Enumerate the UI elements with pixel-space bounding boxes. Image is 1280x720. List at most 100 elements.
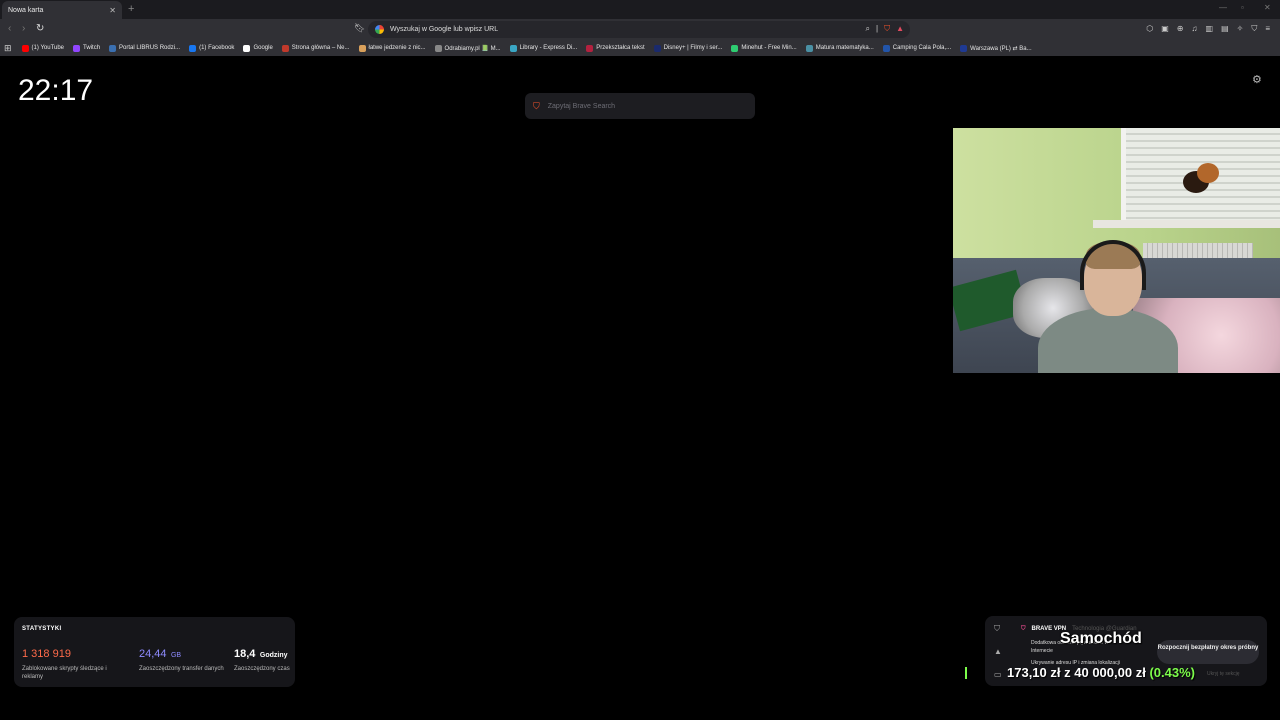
bookmark-item[interactable]: Minehut - Free Min... — [731, 44, 797, 52]
menu-icon[interactable]: ≡ — [1265, 24, 1270, 34]
cards-icon[interactable]: ▭ — [994, 670, 1002, 679]
bookmark-favicon-icon — [21, 44, 29, 52]
close-tab-icon[interactable]: ✕ — [109, 6, 116, 15]
bookmark-item[interactable]: Disney+ | Filmy i ser... — [653, 44, 723, 52]
bookmark-label: (1) YouTube — [31, 45, 65, 51]
goal-sep: z — [1064, 665, 1071, 680]
time-unit: Godziny — [259, 652, 288, 659]
stat-time: 18,4 Godziny Zaoszczędzony czas — [234, 644, 294, 673]
new-tab-button[interactable]: + — [128, 3, 134, 15]
goal-progress-text: 173,10 zł z 40 000,00 zł (0.43%) — [1007, 665, 1195, 680]
vpn-hide-link[interactable]: Ukryj tę sekcję — [1207, 671, 1240, 677]
bookmark-item[interactable]: Strona główna – Ne... — [281, 44, 350, 52]
bookmark-item[interactable]: Portal LIBRUS Rodzi... — [109, 44, 181, 52]
goal-progress-bar — [965, 667, 967, 679]
divider: | — [876, 24, 879, 33]
tab-new-tab[interactable]: Nowa karta ✕ — [2, 1, 122, 19]
stat-blocked: 1 318 919 Zablokowane skrypty śledzące i… — [22, 644, 117, 681]
bookmark-favicon-icon — [109, 44, 117, 52]
media-icon[interactable]: ♫ — [1192, 24, 1198, 34]
bookmark-item[interactable]: Library - Express Di... — [509, 44, 578, 52]
bookmark-favicon-icon — [586, 44, 594, 52]
webcam-windowsill — [1093, 220, 1280, 228]
toolbar: ‹ › ↻ 🔖︎ Wyszukaj w Google lub wpisz URL… — [0, 19, 1280, 40]
zoom-icon[interactable]: ⌕ — [866, 24, 870, 34]
bookmark-label: łatwe jedzenie z nic... — [368, 45, 426, 51]
bookmark-label: Minehut - Free Min... — [741, 45, 797, 51]
time-value: 18,4 — [234, 648, 256, 660]
bookmark-label: Portal LIBRUS Rodzi... — [119, 45, 181, 51]
wallet-icon[interactable]: ▤ — [1221, 24, 1229, 34]
stats-widget[interactable]: STATYSTYKI 1 318 919 Zablokowane skrypty… — [14, 617, 295, 687]
bookmark-label: Library - Express Di... — [519, 45, 578, 51]
bookmark-item[interactable]: (1) YouTube — [21, 44, 65, 52]
bookmark-favicon-icon — [960, 44, 968, 52]
bookmark-item[interactable]: Przekształca tekst — [586, 44, 645, 52]
blocked-count: 1 318 919 — [22, 648, 71, 660]
bookmark-label: Disney+ | Filmy i ser... — [663, 45, 723, 51]
bookmark-label: Strona główna – Ne... — [291, 45, 350, 51]
bandwidth-unit: GB — [170, 652, 182, 659]
clock: 22:17 — [18, 74, 94, 107]
bookmark-label: Matura matematyka... — [815, 45, 874, 51]
bookmark-item[interactable]: Twitch — [73, 44, 101, 52]
leo-ai-icon[interactable]: ✧ — [1237, 24, 1244, 34]
bookmark-item[interactable]: Camping Cala Pola,... — [882, 44, 952, 52]
bookmark-favicon-icon — [189, 44, 197, 52]
time-desc: Zaoszczędzony czas — [234, 666, 290, 672]
bookmark-label: Odrabiamy.pl 📗 M... — [444, 45, 501, 52]
bookmark-item[interactable]: łatwe jedzenie z nic... — [358, 44, 426, 52]
bookmark-favicon-icon — [805, 44, 813, 52]
bookmark-icon[interactable]: 🔖︎ — [354, 23, 365, 34]
google-icon — [375, 25, 384, 34]
brave-lion-icon: ⛉ — [533, 100, 540, 111]
bookmark-item[interactable]: (1) Facebook — [189, 44, 235, 52]
vpn-trial-button[interactable]: Rozpocznij bezpłatny okres próbny — [1157, 640, 1259, 664]
sidebar-icon[interactable]: ▥ — [1206, 24, 1214, 34]
bandwidth-value: 24,44 — [139, 648, 167, 660]
bookmark-label: Twitch — [83, 45, 101, 51]
brave-search-input[interactable]: ⛉ Zapytaj Brave Search — [525, 93, 755, 119]
goal-current: 173,10 zł — [1007, 665, 1061, 680]
webcam-decoration — [1171, 153, 1231, 213]
apps-grid-icon[interactable]: ⊞ — [4, 43, 12, 54]
rewards-triangle-icon[interactable]: ▲ — [994, 647, 1002, 656]
bookmark-label: (1) Facebook — [199, 45, 235, 51]
brave-rewards-icon[interactable]: ▲ — [896, 24, 904, 34]
vpn-icon[interactable]: ⛉ — [1251, 24, 1257, 34]
bookmarks-bar: ⊞ (1) YouTube Twitch Portal LIBRUS Rodzi..… — [0, 40, 1280, 56]
screenshot-icon[interactable]: ▣ — [1161, 24, 1169, 34]
bandwidth-desc: Zaoszczędzony transfer danych — [139, 666, 224, 672]
brave-shields-icon[interactable]: ⛉ — [884, 24, 890, 34]
forward-button[interactable]: › — [22, 23, 25, 34]
reload-button[interactable]: ↻ — [36, 23, 44, 34]
bookmark-item[interactable]: Matura matematyka... — [805, 44, 874, 52]
gear-icon[interactable]: ⚙ — [1252, 73, 1262, 86]
bookmark-favicon-icon — [281, 44, 289, 52]
back-button[interactable]: ‹ — [8, 23, 11, 34]
toolbar-extensions: ⬡ ▣ ⊕ ♫ ▥ ▤ ✧ ⛉ ≡ — [1146, 24, 1270, 34]
bookmark-favicon-icon — [653, 44, 661, 52]
bookmark-label: Camping Cala Pola,... — [892, 45, 952, 51]
blocked-desc: Zablokowane skrypty śledzące i reklamy — [22, 666, 107, 680]
bookmark-favicon-icon — [243, 44, 251, 52]
download-icon[interactable]: ⊕ — [1177, 24, 1184, 34]
minimize-icon[interactable]: — — [1219, 3, 1227, 12]
extensions-icon[interactable]: ⬡ — [1146, 24, 1153, 34]
bookmark-favicon-icon — [434, 44, 442, 52]
address-bar[interactable]: Wyszukaj w Google lub wpisz URL ⌕ | ⛉ ▲ — [368, 21, 910, 38]
webcam-overlay — [953, 128, 1280, 373]
maximize-icon[interactable]: ▫ — [1241, 3, 1244, 12]
bookmark-label: Warszawa (PL) ⇄ Ba... — [970, 45, 1032, 52]
vpn-line-2: Internecie — [1031, 648, 1053, 654]
bookmark-favicon-icon — [882, 44, 890, 52]
window-close-icon[interactable]: ✕ — [1264, 3, 1271, 12]
bookmark-item[interactable]: Odrabiamy.pl 📗 M... — [434, 44, 501, 52]
bookmark-label: Przekształca tekst — [596, 45, 645, 51]
goal-title: Samochód — [1060, 630, 1142, 647]
vpn-shield-icon[interactable]: ⛉ — [994, 624, 1000, 634]
bookmark-item[interactable]: Google — [243, 44, 273, 52]
tab-title: Nowa karta — [8, 6, 44, 14]
bookmark-item[interactable]: Warszawa (PL) ⇄ Ba... — [960, 44, 1032, 52]
stat-bandwidth: 24,44 GB Zaoszczędzony transfer danych — [139, 644, 234, 673]
